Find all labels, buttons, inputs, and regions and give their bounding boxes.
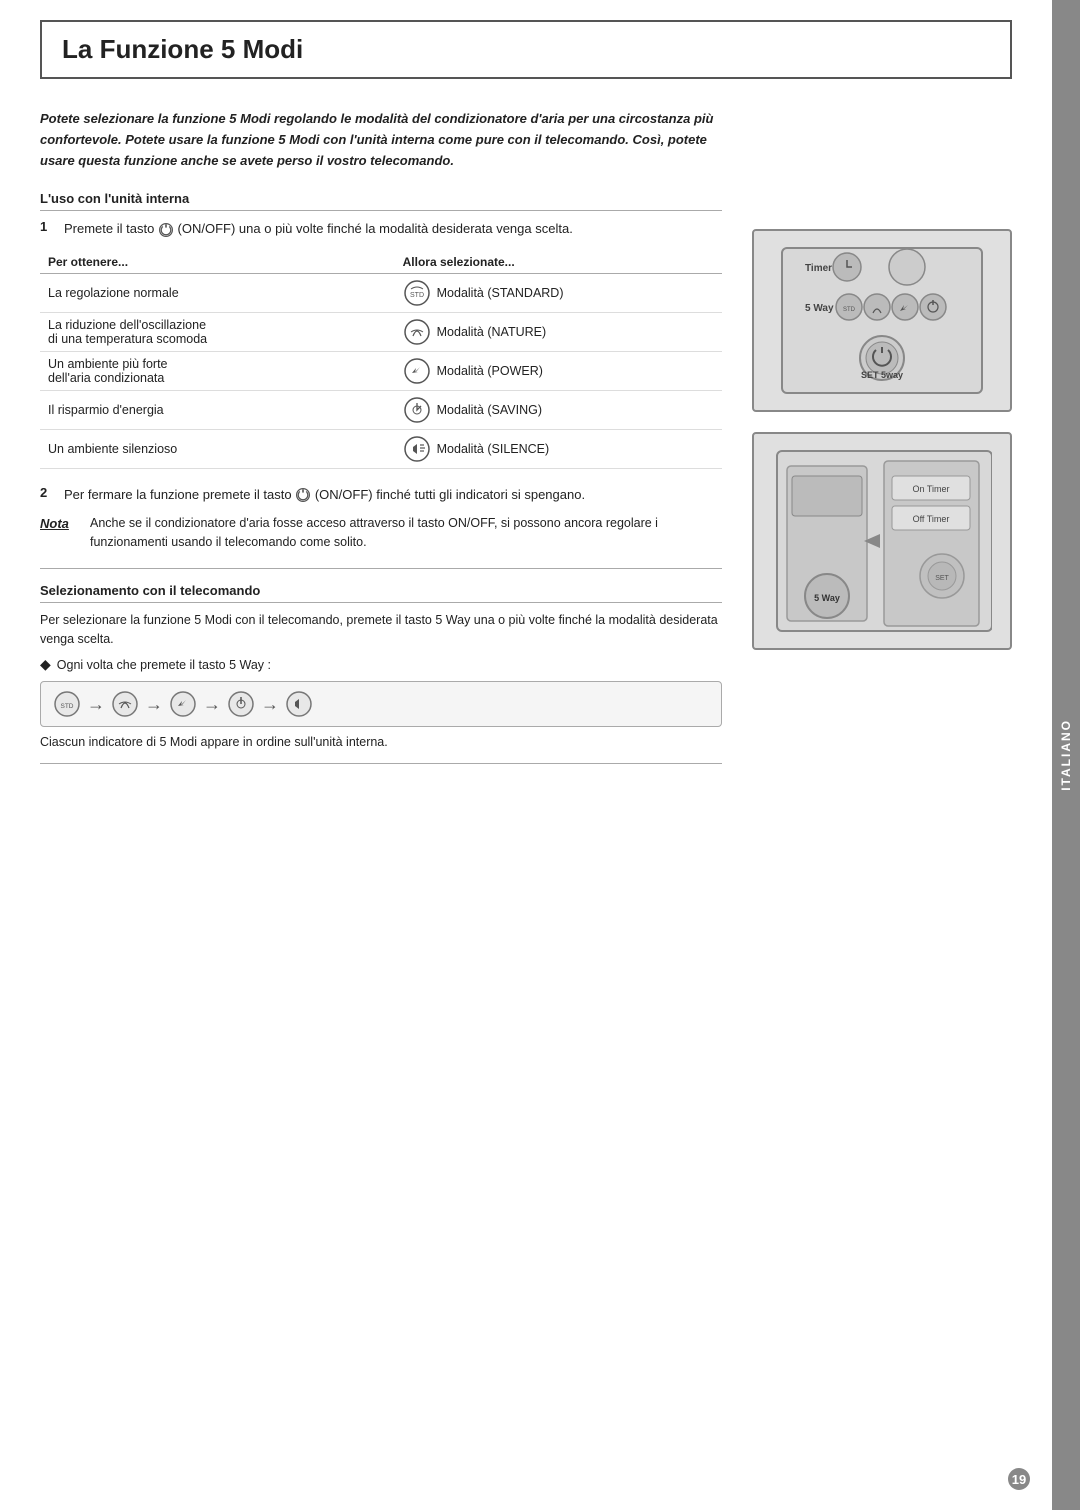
step1-num: 1 bbox=[40, 219, 56, 239]
col-per-ottenere: Per ottenere... bbox=[40, 251, 395, 274]
saving-icon bbox=[403, 396, 431, 424]
section2: Selezionamento con il telecomando Per se… bbox=[40, 583, 722, 750]
remote-control-box: On Timer Off Timer 5 Way SET bbox=[752, 432, 1012, 650]
step2-text: Per fermare la funzione premete il tasto… bbox=[64, 485, 722, 505]
table-cell-right: Modalità (POWER) bbox=[395, 351, 722, 390]
indoor-unit-box: Timer 5 Way STD bbox=[752, 229, 1012, 412]
svg-text:5 Way: 5 Way bbox=[805, 303, 834, 314]
power-icon bbox=[403, 357, 431, 385]
left-column: Potete selezionare la funzione 5 Modi re… bbox=[40, 109, 722, 778]
seq-power-icon bbox=[169, 690, 197, 718]
standard-icon: STD bbox=[403, 279, 431, 307]
table-row: Un ambiente silenzioso bbox=[40, 429, 722, 468]
table-cell-left: La regolazione normale bbox=[40, 273, 395, 312]
step1: 1 Premete il tasto (ON/OFF) una o più vo… bbox=[40, 219, 722, 239]
arrow1: → bbox=[87, 694, 105, 715]
divider1 bbox=[40, 568, 722, 569]
seq-standard-icon: STD bbox=[53, 690, 81, 718]
table-cell-right: Modalità (SILENCE) bbox=[395, 429, 722, 468]
arrow2: → bbox=[145, 694, 163, 715]
indoor-unit-svg: Timer 5 Way STD bbox=[777, 243, 987, 398]
table-row: Il risparmio d'energia Modalità (SAVING) bbox=[40, 390, 722, 429]
bullet-text: Ogni volta che premete il tasto 5 Way : bbox=[57, 658, 271, 672]
sidebar-italiano: ITALIANO bbox=[1052, 0, 1080, 1510]
nota-text: Anche se il condizionatore d'aria fosse … bbox=[90, 514, 722, 552]
bullet-diamond: ◆ bbox=[40, 656, 51, 673]
table-row: La regolazione normale STD Modalità (STA… bbox=[40, 273, 722, 312]
seq-saving-icon bbox=[227, 690, 255, 718]
svg-text:SET 5way: SET 5way bbox=[861, 370, 903, 380]
saving-label: Modalità (SAVING) bbox=[437, 403, 542, 417]
right-column: Timer 5 Way STD bbox=[752, 109, 1012, 778]
nota-label: Nota bbox=[40, 514, 80, 552]
svg-text:On Timer: On Timer bbox=[912, 484, 949, 494]
table-cell-left: Il risparmio d'energia bbox=[40, 390, 395, 429]
step1-text: Premete il tasto (ON/OFF) una o più volt… bbox=[64, 219, 722, 239]
intro-text: Potete selezionare la funzione 5 Modi re… bbox=[40, 109, 722, 171]
arrow3: → bbox=[203, 694, 221, 715]
mode-table: Per ottenere... Allora selezionate... La… bbox=[40, 251, 722, 469]
svg-text:5 Way: 5 Way bbox=[814, 593, 840, 603]
table-cell-left: Un ambiente più fortedell'aria condizion… bbox=[40, 351, 395, 390]
arrow4: → bbox=[261, 694, 279, 715]
onoff-icon-step1 bbox=[158, 222, 174, 238]
page-number: 19 bbox=[1008, 1468, 1030, 1490]
step2: 2 Per fermare la funzione premete il tas… bbox=[40, 485, 722, 505]
svg-text:STD: STD bbox=[843, 307, 856, 313]
table-cell-right: Modalità (SAVING) bbox=[395, 390, 722, 429]
nature-icon bbox=[403, 318, 431, 346]
svg-text:Off Timer: Off Timer bbox=[913, 514, 950, 524]
page-title: La Funzione 5 Modi bbox=[62, 34, 303, 64]
section1-heading: L'uso con l'unità interna bbox=[40, 191, 722, 211]
power-label: Modalità (POWER) bbox=[437, 364, 543, 378]
seq-silence-icon bbox=[285, 690, 313, 718]
standard-label: Modalità (STANDARD) bbox=[437, 286, 564, 300]
tele-text: Per selezionare la funzione 5 Modi con i… bbox=[40, 611, 722, 649]
arrow-sequence: STD → → bbox=[40, 681, 722, 727]
svg-text:STD: STD bbox=[410, 292, 424, 299]
step2-num: 2 bbox=[40, 485, 56, 505]
title-box: La Funzione 5 Modi bbox=[40, 20, 1012, 79]
silence-icon bbox=[403, 435, 431, 463]
col-allora: Allora selezionate... bbox=[395, 251, 722, 274]
bullet-item: ◆ Ogni volta che premete il tasto 5 Way … bbox=[40, 656, 722, 673]
section2-heading: Selezionamento con il telecomando bbox=[40, 583, 722, 603]
svg-text:STD: STD bbox=[61, 703, 74, 710]
table-cell-right: STD Modalità (STANDARD) bbox=[395, 273, 722, 312]
table-cell-left: La riduzione dell'oscillazionedi una tem… bbox=[40, 312, 395, 351]
table-row: Un ambiente più fortedell'aria condizion… bbox=[40, 351, 722, 390]
nota-block: Nota Anche se il condizionatore d'aria f… bbox=[40, 514, 722, 552]
nature-label: Modalità (NATURE) bbox=[437, 325, 547, 339]
table-cell-right: Modalità (NATURE) bbox=[395, 312, 722, 351]
svg-text:SET: SET bbox=[935, 575, 949, 582]
table-row: La riduzione dell'oscillazionedi una tem… bbox=[40, 312, 722, 351]
ciascun-text: Ciascun indicatore di 5 Modi appare in o… bbox=[40, 735, 722, 749]
divider2 bbox=[40, 763, 722, 764]
seq-nature-icon bbox=[111, 690, 139, 718]
sidebar-label-text: ITALIANO bbox=[1059, 719, 1073, 791]
silence-label: Modalità (SILENCE) bbox=[437, 442, 550, 456]
table-cell-left: Un ambiente silenzioso bbox=[40, 429, 395, 468]
remote-svg: On Timer Off Timer 5 Way SET bbox=[772, 446, 992, 636]
svg-text:Timer: Timer bbox=[805, 263, 832, 274]
onoff-icon-step2 bbox=[295, 487, 311, 503]
